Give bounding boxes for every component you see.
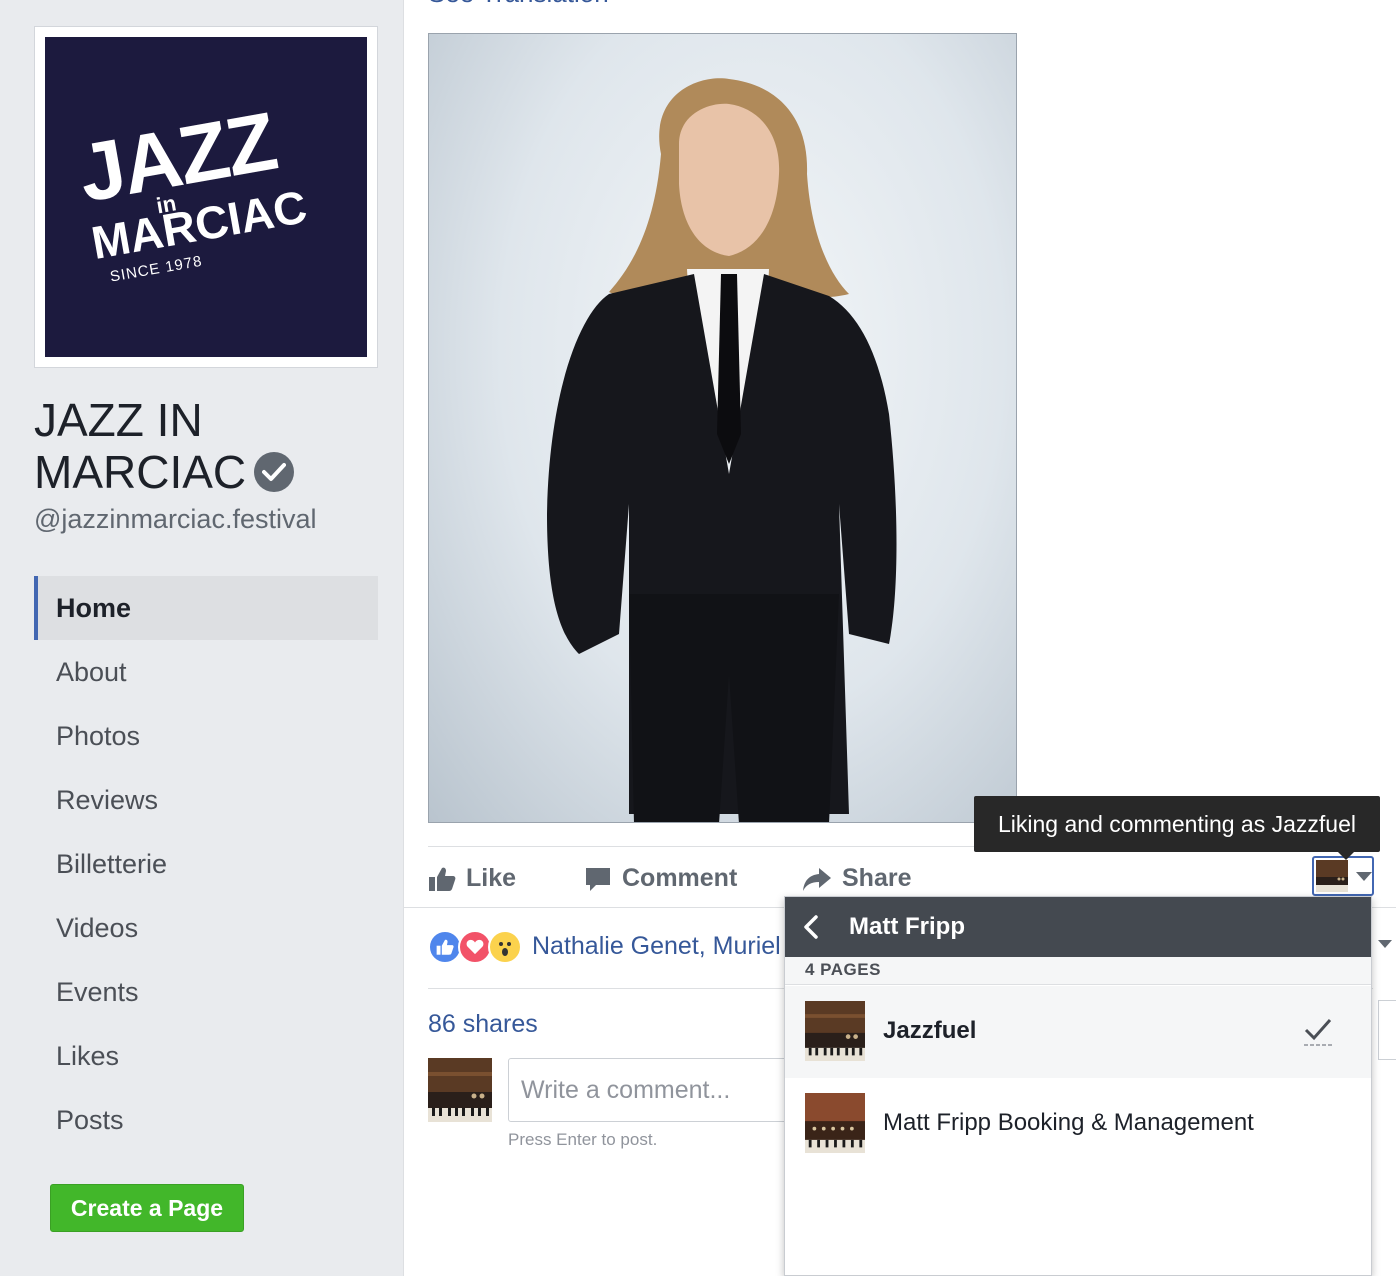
profile-picture[interactable]: JAZZ in MARCIAC SINCE 1978 — [34, 26, 378, 368]
like-button[interactable]: Like — [428, 852, 516, 904]
nav-item-posts[interactable]: Posts — [34, 1088, 378, 1152]
page-title-line2: MARCIAC — [34, 446, 247, 498]
like-reaction-icon — [428, 930, 462, 964]
comment-label: Comment — [622, 864, 738, 892]
page-handle[interactable]: @jazzinmarciac.festival — [34, 504, 317, 535]
jazzfuel-avatar-icon — [1316, 860, 1348, 892]
see-translation-link[interactable]: See Translation — [428, 0, 609, 9]
chevron-down-icon[interactable] — [1378, 940, 1392, 948]
matt-fripp-booking-avatar-icon — [805, 1093, 865, 1153]
page-sidebar: JAZZ in MARCIAC SINCE 1978 JAZZ IN MARCI… — [0, 0, 402, 1276]
jazz-in-marciac-logo: JAZZ in MARCIAC SINCE 1978 — [45, 37, 367, 357]
commenter-avatar — [428, 1058, 492, 1122]
wow-reaction-icon — [488, 930, 522, 964]
nav-item-reviews[interactable]: Reviews — [34, 768, 378, 832]
nav-item-likes[interactable]: Likes — [34, 1024, 378, 1088]
identity-option-label: Jazzfuel — [883, 1017, 977, 1044]
nav-item-about[interactable]: About — [34, 640, 378, 704]
jazzfuel-avatar-icon — [805, 1001, 865, 1061]
page-nav: Home About Photos Reviews Billetterie Vi… — [34, 576, 378, 1152]
page-title-line1: JAZZ IN — [34, 394, 203, 446]
offscreen-panel — [1378, 1000, 1396, 1060]
nav-item-events[interactable]: Events — [34, 960, 378, 1024]
identity-option-matt-fripp-booking[interactable]: Matt Fripp Booking & Management — [785, 1078, 1371, 1170]
piano-thumbnail-icon — [428, 1058, 492, 1122]
checkmark-icon — [1304, 1019, 1332, 1046]
identity-option-jazzfuel[interactable]: Jazzfuel — [785, 986, 1371, 1078]
shares-count-link[interactable]: 86 shares — [428, 1010, 538, 1039]
identity-menu-header: Matt Fripp — [785, 897, 1371, 957]
nav-item-billetterie[interactable]: Billetterie — [34, 832, 378, 896]
identity-tooltip: Liking and commenting as Jazzfuel — [974, 796, 1380, 852]
comment-bubble-icon — [586, 868, 610, 891]
like-label: Like — [466, 864, 517, 892]
post-photo[interactable] — [428, 33, 1017, 823]
logo-word-in: in — [154, 190, 179, 219]
nav-item-photos[interactable]: Photos — [34, 704, 378, 768]
create-page-button[interactable]: Create a Page — [50, 1184, 244, 1232]
press-enter-hint: Press Enter to post. — [508, 1130, 658, 1149]
verified-badge-icon — [254, 452, 295, 492]
offscreen-controls — [1378, 940, 1396, 1140]
thumbs-up-icon — [429, 867, 456, 891]
pages-section-header: 4 PAGES — [785, 957, 1371, 985]
love-reaction-icon — [458, 930, 492, 964]
tooltip-arrow — [1338, 852, 1354, 860]
identity-switcher-button[interactable] — [1312, 856, 1374, 896]
page-title[interactable]: JAZZ IN MARCIAC — [34, 394, 394, 498]
identity-menu: Matt Fripp 4 PAGES Jazzfuel Matt Fripp B… — [784, 896, 1372, 1276]
comment-button[interactable]: Comment — [584, 852, 737, 904]
chevron-left-icon[interactable] — [803, 914, 819, 940]
nav-item-videos[interactable]: Videos — [34, 896, 378, 960]
reaction-names-link[interactable]: Nathalie Genet, Muriel L — [532, 932, 802, 961]
nav-item-home[interactable]: Home — [34, 576, 378, 640]
chevron-down-icon — [1356, 872, 1372, 881]
share-label: Share — [842, 864, 912, 892]
woman-in-suit-photo — [547, 78, 897, 822]
identity-option-label: Matt Fripp Booking & Management — [883, 1109, 1254, 1136]
share-arrow-icon — [803, 868, 831, 891]
identity-menu-title: Matt Fripp — [849, 913, 965, 940]
